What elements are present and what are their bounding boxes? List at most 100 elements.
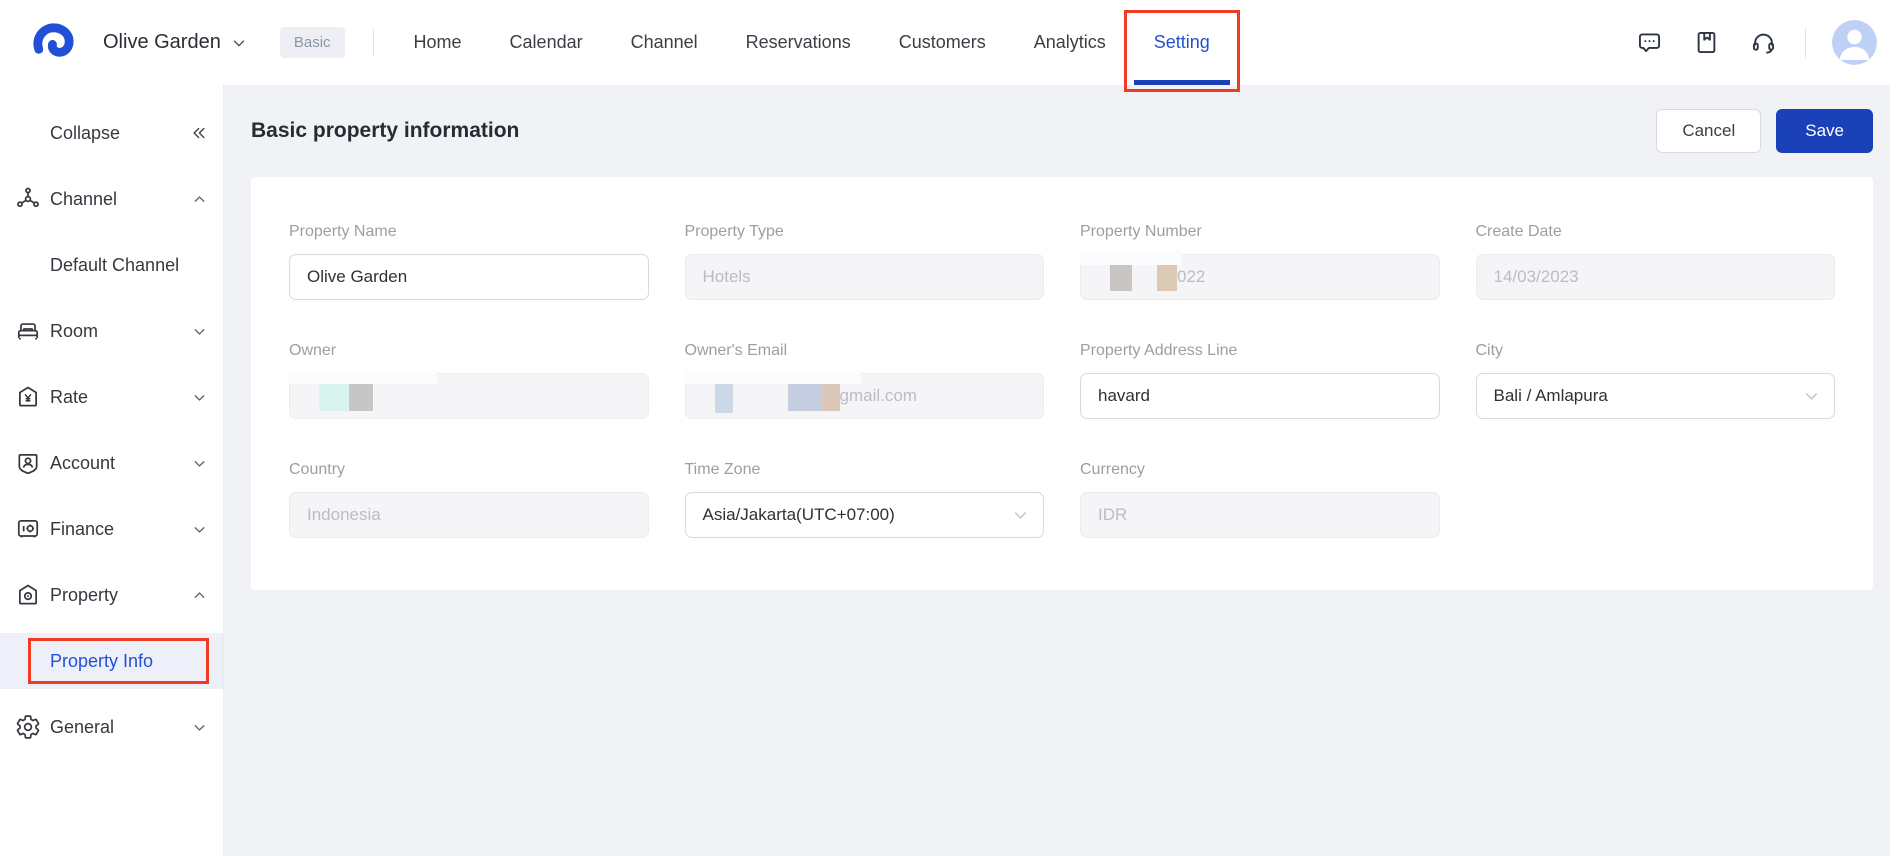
rate-icon	[15, 384, 41, 410]
field-label: Currency	[1080, 461, 1145, 478]
sidebar-collapse[interactable]: Collapse	[0, 105, 223, 161]
sidebar-item-finance[interactable]: Finance	[0, 501, 223, 557]
input-value: havard	[1098, 386, 1150, 405]
time-zone-select[interactable]: Asia/Jakarta(UTC+07:00)	[684, 492, 1044, 538]
scrollbar-track[interactable]	[1890, 85, 1903, 856]
create-date-input: 14/03/2023	[1475, 254, 1835, 300]
sidebar-item-label: General	[50, 716, 115, 737]
redaction-patch	[684, 370, 861, 384]
cancel-button[interactable]: Cancel	[1656, 109, 1762, 153]
sidebar-item-default-channel[interactable]: Default Channel	[0, 237, 223, 293]
sidebar-item-label: Account	[50, 452, 116, 473]
field-currency: Currency IDR	[1080, 461, 1440, 538]
input-value: gmail.com	[839, 386, 917, 405]
owner-input	[289, 370, 649, 419]
active-tab-underline	[1133, 80, 1230, 85]
sidebar-item-label: Property	[50, 584, 119, 605]
nav-item-reservations[interactable]: Reservations	[722, 0, 875, 85]
page-header: Basic property information Cancel Save	[224, 85, 1903, 177]
sidebar-item-label: Room	[50, 320, 99, 341]
field-label: Property Number	[1080, 223, 1202, 240]
redaction-block	[319, 381, 349, 411]
nav-item-calendar[interactable]: Calendar	[486, 0, 607, 85]
sidebar-item-account[interactable]: Account	[0, 435, 223, 491]
field-country: Country Indonesia	[289, 461, 649, 538]
input-value: IDR	[1098, 505, 1128, 524]
redaction-block	[714, 379, 733, 413]
property-address-input[interactable]: havard	[1080, 373, 1440, 419]
field-owner: Owner	[289, 342, 649, 419]
collapse-chevrons-icon	[190, 124, 208, 142]
redaction-block	[349, 381, 373, 411]
redaction-block	[1110, 263, 1132, 291]
field-property-number: Property Number 022	[1080, 223, 1440, 300]
field-label: Property Type	[684, 223, 784, 240]
chevron-down-icon	[190, 322, 208, 340]
bookmark-icon[interactable]	[1693, 29, 1720, 56]
chevron-up-icon	[190, 586, 208, 604]
field-property-type: Property Type Hotels	[684, 223, 1044, 300]
main-content: Basic property information Cancel Save P…	[224, 85, 1903, 856]
sidebar-item-rate[interactable]: Rate	[0, 369, 223, 425]
sidebar-item-property[interactable]: Property	[0, 567, 223, 623]
redaction-block	[821, 381, 840, 411]
page-actions: Cancel Save	[1656, 109, 1873, 153]
field-city: City Bali / Amlapura	[1475, 342, 1835, 419]
input-value: 14/03/2023	[1493, 267, 1579, 286]
navbar-divider	[372, 29, 374, 56]
sidebar-item-property-info[interactable]: Property Info	[0, 633, 223, 689]
redaction-patch	[289, 370, 437, 384]
chevron-down-icon	[190, 520, 208, 538]
city-select[interactable]: Bali / Amlapura	[1475, 373, 1835, 419]
main-nav: Home Calendar Channel Reservations Custo…	[390, 0, 1240, 92]
input-value: 022	[1177, 267, 1206, 286]
plan-badge: Basic	[279, 27, 345, 58]
general-gear-icon	[15, 714, 41, 740]
field-time-zone: Time Zone Asia/Jakarta(UTC+07:00)	[684, 461, 1044, 538]
headset-icon[interactable]	[1750, 29, 1777, 56]
chevron-down-icon	[1011, 506, 1030, 525]
property-info-card: Property Name Olive Garden Property Type…	[251, 177, 1873, 590]
channel-icon	[15, 186, 41, 212]
owner-email-input: gmail.com	[684, 370, 1044, 419]
chevron-down-icon	[230, 34, 248, 52]
field-label: Property Name	[289, 223, 397, 240]
chevron-down-icon	[1802, 387, 1821, 406]
sidebar-item-channel[interactable]: Channel	[0, 171, 223, 227]
avatar[interactable]	[1832, 20, 1877, 65]
sidebar-item-room[interactable]: Room	[0, 303, 223, 359]
save-button[interactable]: Save	[1776, 109, 1873, 153]
navbar-right-group	[1606, 20, 1877, 65]
property-icon	[15, 582, 41, 608]
property-switcher[interactable]: Olive Garden	[103, 31, 248, 54]
input-value: Olive Garden	[307, 267, 408, 286]
nav-item-analytics[interactable]: Analytics	[1010, 0, 1130, 85]
field-label: City	[1475, 342, 1504, 359]
chat-icon[interactable]	[1636, 29, 1663, 56]
sidebar-item-general[interactable]: General	[0, 699, 223, 755]
chevron-up-icon	[190, 190, 208, 208]
nav-item-customers[interactable]: Customers	[875, 0, 1010, 85]
nav-item-home[interactable]: Home	[390, 0, 486, 85]
currency-input: IDR	[1080, 492, 1440, 538]
field-label: Create Date	[1475, 223, 1562, 240]
redaction-block	[1157, 263, 1177, 291]
field-label: Property Address Line	[1080, 342, 1238, 359]
input-value: Hotels	[702, 267, 751, 286]
nav-item-channel[interactable]: Channel	[607, 0, 722, 85]
input-value: Indonesia	[307, 505, 381, 524]
select-value: Bali / Amlapura	[1493, 386, 1608, 405]
field-create-date: Create Date 14/03/2023	[1475, 223, 1835, 300]
property-name-input[interactable]: Olive Garden	[289, 254, 649, 300]
field-label: Owner's Email	[684, 342, 788, 359]
nav-item-setting[interactable]: Setting	[1123, 0, 1240, 92]
field-label: Owner	[289, 342, 337, 359]
nav-item-setting-label: Setting	[1153, 32, 1210, 52]
sidebar-item-label: Rate	[50, 386, 89, 407]
field-property-name: Property Name Olive Garden	[289, 223, 649, 300]
page-title: Basic property information	[251, 119, 520, 142]
collapse-label: Collapse	[50, 122, 121, 143]
account-icon	[15, 450, 41, 476]
field-label: Time Zone	[684, 461, 761, 478]
empty-cell	[1476, 461, 1836, 538]
